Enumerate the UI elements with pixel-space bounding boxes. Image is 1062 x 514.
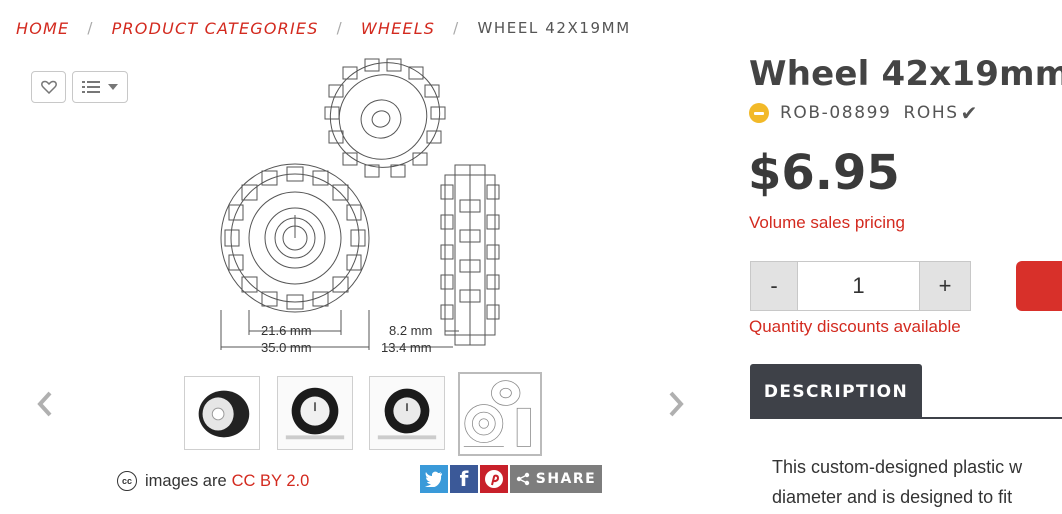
breadcrumb-home-link[interactable]: HOME [16,19,69,38]
caret-down-icon [108,84,118,90]
carousel-prev-button[interactable] [33,387,57,421]
chevron-right-icon [669,391,684,417]
dim-total-width: 13.4 mm [381,340,432,355]
stock-status-icon [749,103,769,123]
product-price: $6.95 [748,145,900,201]
dim-hub-width: 8.2 mm [389,323,432,338]
rohs-label: ROHS [903,103,959,123]
description-line: diameter and is designed to fit [772,487,1013,507]
creative-commons-icon: cc [117,471,137,491]
thumbnail-2[interactable] [277,376,353,450]
check-icon: ✔ [960,102,978,125]
wheel-diagram-thumbnail [463,380,531,447]
product-description: This custom-designed plastic w diameter … [772,452,1062,512]
share-bar: f SHARE [420,465,602,493]
breadcrumb-current: WHEEL 42X19MM [477,19,631,37]
wheel-front-photo [278,377,352,449]
breadcrumb-separator: / [336,19,343,37]
product-title: Wheel 42x19mm [749,54,1062,94]
facebook-share-button[interactable]: f [450,465,478,493]
wheel-side-photo [370,377,444,449]
volume-pricing-link[interactable]: Volume sales pricing [749,213,905,233]
description-line: This custom-designed plastic w [772,457,1023,477]
dim-outer-diameter: 35.0 mm [261,340,312,355]
breadcrumb-wheels-link[interactable]: WHEELS [361,19,435,38]
main-product-image[interactable]: 21.6 mm 35.0 mm 8.2 mm 13.4 mm [215,55,515,360]
facebook-icon: f [459,467,469,491]
share-label: SHARE [535,471,597,487]
breadcrumb-separator: / [453,19,460,37]
breadcrumb-separator: / [87,19,94,37]
quantity-decrement-button[interactable]: - [750,261,798,311]
share-button[interactable]: SHARE [510,465,602,493]
heart-icon [40,80,57,94]
list-view-button[interactable] [72,71,128,103]
license-link[interactable]: CC BY 2.0 [232,472,310,491]
share-icon [516,472,529,486]
tab-divider [750,417,1062,419]
dim-inner-diameter: 21.6 mm [261,323,312,338]
product-sku: ROB-08899 [780,103,892,123]
quantity-increment-button[interactable]: + [919,261,971,311]
breadcrumb-product-categories-link[interactable]: PRODUCT CATEGORIES [112,19,319,38]
add-to-cart-button[interactable] [1016,261,1062,311]
sku-row: ROB-08899 ROHS ✔ [749,101,977,125]
pinterest-share-button[interactable] [480,465,508,493]
twitter-share-button[interactable] [420,465,448,493]
wheel-angle-photo [198,390,250,438]
wheel-diagram-drawing: 21.6 mm 35.0 mm 8.2 mm 13.4 mm [220,58,500,355]
pinterest-icon [485,470,503,488]
thumbnail-1[interactable] [184,376,260,450]
twitter-icon [425,471,442,487]
carousel-next-button[interactable] [664,387,688,421]
thumbnail-4-active[interactable] [458,372,542,456]
quantity-input[interactable] [797,261,920,311]
tab-description[interactable]: DESCRIPTION [750,364,922,419]
wishlist-button[interactable] [31,71,66,103]
license-text: images are [145,471,227,490]
thumbnail-3[interactable] [369,376,445,450]
quantity-discounts-link[interactable]: Quantity discounts available [749,317,961,337]
list-icon [82,81,100,93]
image-license: cc images are CC BY 2.0 [117,470,309,492]
chevron-left-icon [37,391,52,417]
breadcrumb: HOME / PRODUCT CATEGORIES / WHEELS / WHE… [16,17,631,39]
